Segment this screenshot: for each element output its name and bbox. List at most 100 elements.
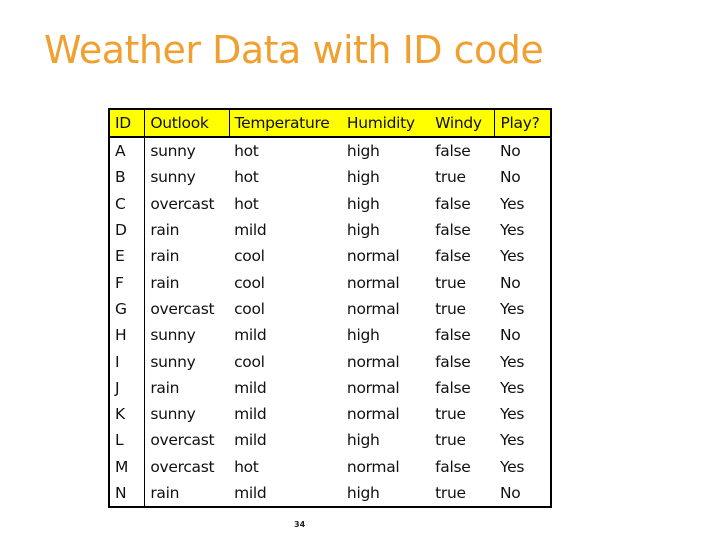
cell-outlook: rain [150, 378, 180, 397]
cell-windy: false [435, 457, 471, 476]
cell-outlook: overcast [150, 299, 215, 318]
cell-windy: false [435, 194, 471, 213]
table-row: Lovercast mild high true Yes [109, 427, 551, 454]
cell-id: J [109, 374, 146, 401]
cell-humidity: normal [346, 405, 400, 424]
cell-id: M [109, 453, 146, 480]
cell-windy: false [435, 142, 471, 161]
weather-data-table: ID Outlook Temperature Humidity Windy Pl… [108, 108, 552, 509]
cell-temperature: mild [234, 221, 267, 240]
cell-temperature: hot [234, 168, 259, 187]
header-humidity: Humidity [341, 109, 431, 138]
table-row: Isunny cool normal false Yes [109, 348, 551, 375]
cell-temperature: cool [234, 299, 265, 318]
table-row: Jrain mild normal false Yes [109, 374, 551, 401]
cell-temperature: hot [234, 142, 259, 161]
table-row: Hsunny mild high false No [109, 322, 551, 349]
cell-outlook: rain [150, 247, 180, 266]
cell-outlook: sunny [150, 352, 196, 371]
cell-humidity: high [346, 142, 380, 161]
page-number: 34 [294, 520, 306, 529]
cell-outlook: sunny [150, 142, 196, 161]
cell-humidity: normal [346, 299, 400, 318]
cell-humidity: high [346, 168, 380, 187]
cell-humidity: normal [346, 273, 400, 292]
header-windy: Windy [430, 109, 496, 138]
cell-temperature: mild [234, 378, 267, 397]
cell-id: I [109, 348, 146, 375]
cell-outlook: overcast [150, 457, 215, 476]
cell-id: C [109, 190, 146, 217]
cell-id: H [109, 322, 146, 349]
cell-windy: false [435, 352, 471, 371]
cell-windy: true [435, 405, 466, 424]
cell-play: Yes [499, 194, 525, 213]
cell-humidity: high [346, 326, 380, 345]
cell-humidity: normal [346, 352, 400, 371]
cell-play: Yes [499, 431, 525, 450]
cell-temperature: cool [234, 352, 265, 371]
cell-play: No [499, 484, 521, 502]
cell-temperature: mild [234, 431, 267, 450]
cell-outlook: sunny [150, 326, 196, 345]
cell-windy: true [435, 273, 466, 292]
table-row: Ksunny mild normal true Yes [109, 400, 551, 428]
cell-windy: true [435, 431, 466, 450]
table-row: Bsunny hot high true No [109, 164, 551, 191]
cell-play: No [499, 142, 521, 161]
table-row: Govercast cool normal true Yes [109, 295, 551, 323]
cell-windy: false [435, 221, 471, 240]
cell-outlook: sunny [150, 405, 196, 424]
header-outlook: Outlook [144, 109, 230, 138]
cell-windy: true [435, 168, 466, 187]
cell-windy: false [435, 326, 471, 345]
cell-id: N [109, 479, 146, 508]
cell-temperature: cool [234, 247, 265, 266]
table-row: Covercast hot high false Yes [109, 190, 551, 217]
cell-id: A [109, 137, 146, 165]
cell-play: No [499, 168, 521, 187]
table-row: Erain cool normal false Yes [109, 243, 551, 270]
cell-humidity: high [346, 194, 380, 213]
cell-play: Yes [499, 378, 525, 397]
table-body: Asunny hot high false No Bsunny hot high true No C… [109, 137, 551, 508]
cell-play: Yes [499, 457, 525, 476]
table-row: Drain mild high false Yes [109, 216, 551, 244]
cell-humidity: high [346, 221, 380, 240]
cell-outlook: rain [150, 221, 180, 240]
cell-temperature: mild [234, 405, 267, 424]
cell-outlook: rain [150, 484, 180, 502]
cell-play: No [499, 326, 521, 345]
cell-temperature: cool [234, 273, 265, 292]
header-temperature: Temperature [229, 109, 342, 138]
table-header: ID Outlook Temperature Humidity Windy Pl… [109, 109, 551, 138]
cell-windy: true [435, 484, 466, 502]
cell-id: G [109, 295, 146, 323]
cell-id: F [109, 269, 146, 296]
cell-play: No [499, 273, 521, 292]
cell-play: Yes [499, 405, 525, 424]
slide-title: Weather Data with ID code [44, 28, 544, 72]
cell-temperature: mild [234, 326, 267, 345]
cell-windy: true [435, 299, 466, 318]
cell-play: Yes [499, 352, 525, 371]
cell-humidity: high [346, 431, 380, 450]
cell-id: B [109, 164, 146, 191]
header-id: ID [109, 109, 146, 138]
cell-temperature: hot [234, 457, 259, 476]
cell-humidity: high [346, 484, 380, 502]
header-row: ID Outlook Temperature Humidity Windy Pl… [109, 109, 551, 138]
table-row: Asunny hot high false No [109, 137, 551, 165]
cell-humidity: normal [346, 378, 400, 397]
table-row: Nrain mild high true No [109, 479, 551, 508]
cell-outlook: rain [150, 273, 180, 292]
cell-temperature: hot [234, 194, 259, 213]
cell-outlook: sunny [150, 168, 196, 187]
cell-play: Yes [499, 221, 525, 240]
cell-outlook: overcast [150, 194, 215, 213]
cell-id: L [109, 427, 146, 454]
cell-id: D [109, 216, 146, 244]
table-row: Frain cool normal true No [109, 269, 551, 296]
cell-windy: false [435, 378, 471, 397]
cell-temperature: mild [234, 484, 267, 502]
